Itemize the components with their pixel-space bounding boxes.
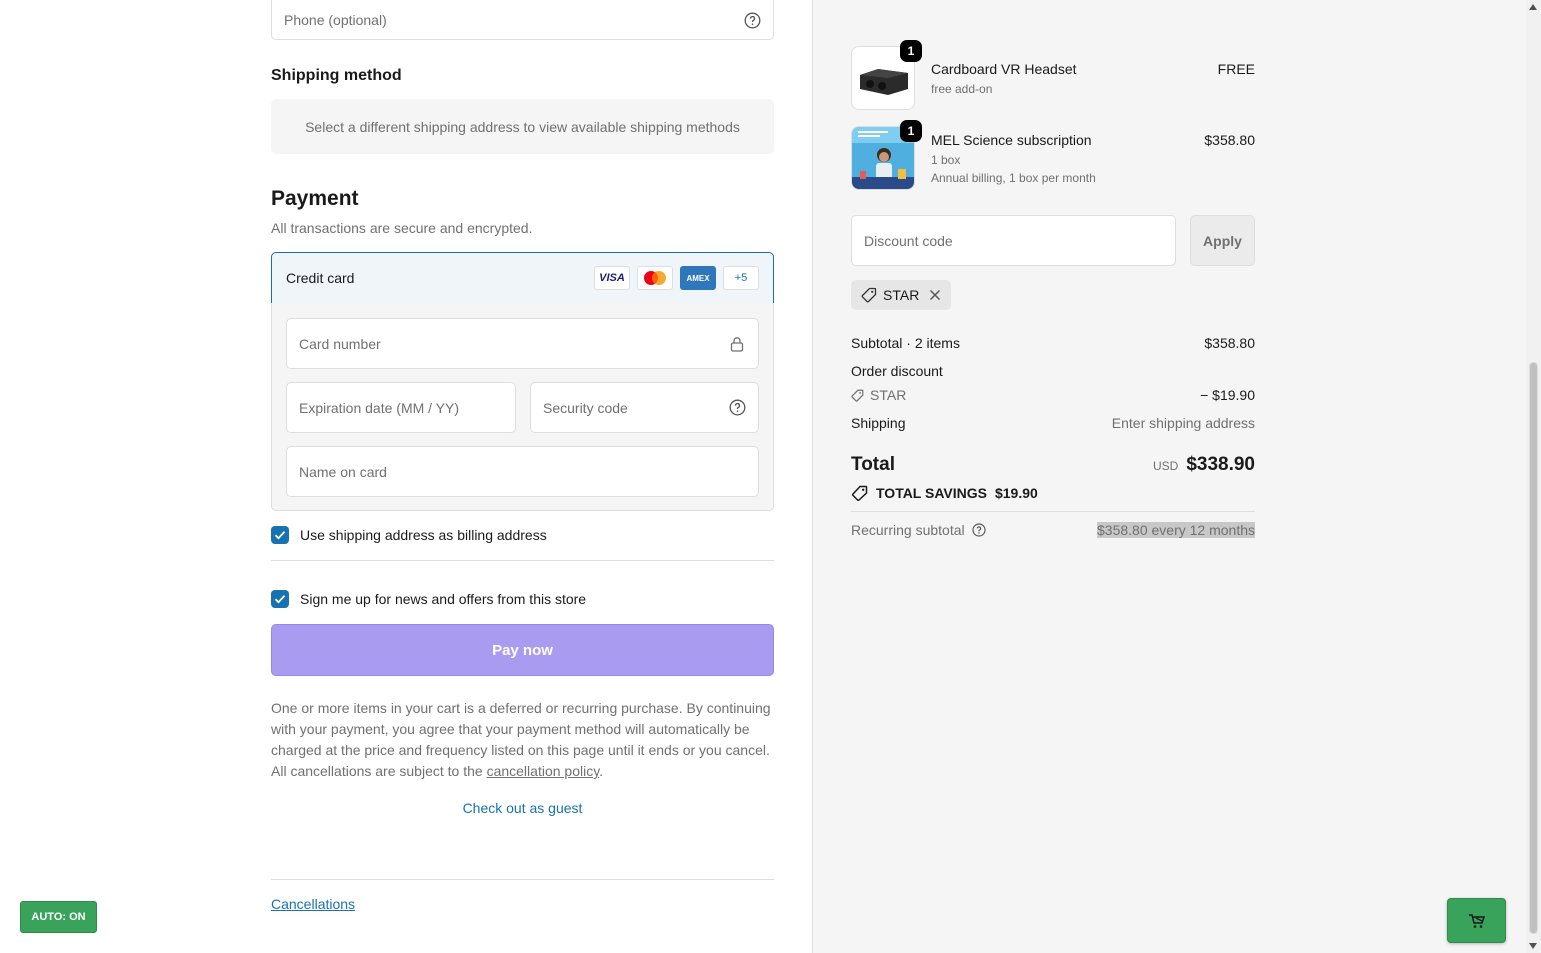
auto-mode-badge[interactable]: AUTO: ON <box>20 901 97 933</box>
applied-discount-tag: STAR <box>851 280 952 310</box>
recurring-subtotal-row: Recurring subtotal $358.80 every 12 mont… <box>851 522 1255 538</box>
lock-icon <box>728 335 746 353</box>
item-name: Cardboard VR Headset <box>931 61 1077 77</box>
apply-discount-button[interactable]: Apply <box>1190 215 1255 266</box>
shipping-method-notice: Select a different shipping address to v… <box>271 99 774 154</box>
newsletter-checkbox[interactable] <box>271 590 289 608</box>
total-value: USD $338.90 <box>1153 454 1255 476</box>
check-out-as-guest-link[interactable]: Check out as guest <box>271 800 774 816</box>
credit-card-option[interactable]: Credit card VISA AMEX +5 <box>271 252 774 304</box>
payment-heading: Payment <box>271 187 359 210</box>
discount-code-placeholder: Discount code <box>864 232 953 249</box>
billing-address-checkbox[interactable] <box>271 526 289 544</box>
discount-code-summary: STAR <box>851 387 906 403</box>
help-circle-icon[interactable] <box>728 399 746 417</box>
item-price: FREE <box>1217 61 1255 77</box>
savings-value: $19.90 <box>994 485 1038 501</box>
card-number-placeholder: Card number <box>299 335 381 352</box>
item-name: MEL Science subscription <box>931 132 1092 148</box>
recurring-subtotal-value: $358.80 every 12 months <box>1097 522 1255 538</box>
pay-now-button[interactable]: Pay now <box>271 624 774 676</box>
mastercard-logo-icon <box>637 266 673 290</box>
savings-label: TOTAL SAVINGS <box>876 485 987 501</box>
checkout-main: Phone (optional) Shipping method Select … <box>0 0 812 953</box>
total-label: Total <box>851 454 895 475</box>
item-billing-detail: Annual billing, 1 box per month <box>931 171 1096 185</box>
divider <box>271 560 774 561</box>
newsletter-checkbox-row[interactable]: Sign me up for news and offers from this… <box>271 590 586 608</box>
scroll-down-arrow-icon[interactable] <box>1529 943 1537 949</box>
applied-discount-code: STAR <box>883 287 920 303</box>
security-code-placeholder: Security code <box>543 399 628 416</box>
scrollbar-thumb[interactable] <box>1529 362 1538 934</box>
total-amount: $338.90 <box>1186 454 1255 475</box>
discount-code-row: STAR − $19.90 <box>851 387 1255 403</box>
quantity-badge: 1 <box>900 40 922 62</box>
scroll-up-arrow-icon[interactable] <box>1529 4 1537 10</box>
billing-address-checkbox-label: Use shipping address as billing address <box>300 527 547 543</box>
recurring-purchase-notice: One or more items in your cart is a defe… <box>271 698 774 782</box>
help-circle-icon[interactable] <box>972 523 986 537</box>
phone-placeholder: Phone (optional) <box>284 12 387 28</box>
vertical-scrollbar[interactable] <box>1526 0 1541 953</box>
remove-discount-icon[interactable] <box>929 289 941 301</box>
item-subtitle: 1 box <box>931 153 961 167</box>
cart-icon <box>1468 913 1486 929</box>
shipping-value: Enter shipping address <box>1111 415 1255 431</box>
credit-card-label: Credit card <box>286 270 355 286</box>
help-circle-icon[interactable] <box>743 11 761 29</box>
total-row: Total USD $338.90 <box>851 454 1255 476</box>
tag-icon <box>851 389 864 402</box>
subtotal-label: Subtotal · 2 items <box>851 335 960 351</box>
expiration-date-field[interactable]: Expiration date (MM / YY) <box>286 382 516 433</box>
discount-code-input[interactable]: Discount code <box>851 215 1176 266</box>
discount-value: − $19.90 <box>1200 387 1255 403</box>
quantity-badge: 1 <box>900 120 922 142</box>
summary-divider <box>851 511 1255 512</box>
card-number-field[interactable]: Card number <box>286 318 759 369</box>
order-discount-row: Order discount <box>851 363 1255 379</box>
legal-text-end: . <box>599 763 604 779</box>
total-currency: USD <box>1152 459 1179 473</box>
payment-subtitle: All transactions are secure and encrypte… <box>271 220 533 236</box>
line-item: 1 Cardboard VR Headset free add-on FREE <box>851 40 1255 110</box>
expiration-date-placeholder: Expiration date (MM / YY) <box>299 399 460 416</box>
security-code-field[interactable]: Security code <box>530 382 759 433</box>
shipping-method-heading: Shipping method <box>271 67 402 84</box>
total-savings: TOTAL SAVINGS $19.90 <box>851 485 1038 501</box>
amex-logo-icon: AMEX <box>680 266 716 290</box>
recurring-subtotal-label: Recurring subtotal <box>851 522 965 538</box>
name-on-card-placeholder: Name on card <box>299 463 387 480</box>
line-item: 1 MEL Science subscription 1 box Annual … <box>851 120 1255 194</box>
shipping-label: Shipping <box>851 415 906 431</box>
item-price: $358.80 <box>1204 132 1255 148</box>
tag-icon <box>851 485 869 501</box>
subtotal-row: Subtotal · 2 items $358.80 <box>851 335 1255 351</box>
shipping-row: Shipping Enter shipping address <box>851 415 1255 431</box>
footer-divider <box>271 879 774 880</box>
phone-field[interactable]: Phone (optional) <box>271 0 774 40</box>
tag-icon <box>861 287 877 303</box>
item-subtitle: free add-on <box>931 82 993 96</box>
order-discount-label: Order discount <box>851 363 943 379</box>
recurring-subtotal-label-group: Recurring subtotal <box>851 522 986 538</box>
visa-logo-icon: VISA <box>594 266 630 290</box>
billing-address-checkbox-row[interactable]: Use shipping address as billing address <box>271 526 547 544</box>
name-on-card-field[interactable]: Name on card <box>286 446 759 497</box>
more-cards-badge[interactable]: +5 <box>723 266 759 290</box>
discount-code-name: STAR <box>870 387 907 403</box>
cart-button[interactable] <box>1447 898 1506 943</box>
newsletter-checkbox-label: Sign me up for news and offers from this… <box>300 591 587 607</box>
cancellation-policy-link[interactable]: cancellation policy <box>487 763 600 779</box>
subtotal-value: $358.80 <box>1204 335 1255 351</box>
cancellations-link[interactable]: Cancellations <box>271 896 355 912</box>
